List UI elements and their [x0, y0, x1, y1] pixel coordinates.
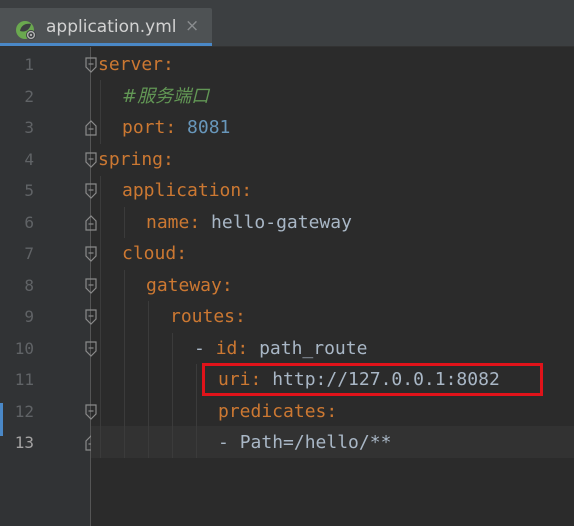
- indent-guide: [196, 364, 197, 458]
- line-number[interactable]: 5: [0, 175, 34, 207]
- code-line-2: #服务端口: [122, 81, 209, 113]
- code-line-10: - id: path_route: [194, 333, 367, 365]
- line-number[interactable]: 9: [0, 301, 34, 333]
- line-number[interactable]: 8: [0, 270, 34, 302]
- code-line-1: server:: [98, 49, 174, 81]
- yaml-number: 8081: [187, 117, 231, 138]
- yaml-value: hello-gateway: [211, 212, 352, 233]
- line-number[interactable]: 6: [0, 207, 34, 239]
- colon: :: [165, 117, 177, 138]
- line-number[interactable]: 1: [0, 49, 34, 81]
- indent-guide: [100, 80, 101, 144]
- line-number[interactable]: 7: [0, 238, 34, 270]
- colon: :: [241, 180, 253, 201]
- line-number[interactable]: 10: [0, 333, 34, 365]
- spring-leaf-icon: [16, 21, 36, 40]
- code-line-13: - Path=/hello/**: [218, 427, 391, 459]
- code-line-3: port: 8081: [122, 112, 230, 144]
- code-line-12: predicates:: [218, 396, 337, 428]
- yaml-key: server: [98, 54, 164, 75]
- yaml-key: cloud: [122, 243, 177, 264]
- code-line-8: gateway:: [146, 270, 233, 302]
- indent-guide: [124, 207, 125, 238]
- line-number[interactable]: 12: [0, 396, 34, 428]
- list-dash: -: [218, 432, 240, 453]
- code-line-6: name: hello-gateway: [146, 207, 352, 239]
- annotation-highlight-box: [202, 363, 543, 396]
- yaml-key: name: [146, 212, 190, 233]
- line-number[interactable]: 4: [0, 144, 34, 176]
- editor-tab-bar: application.yml ×: [0, 0, 574, 47]
- colon: :: [189, 212, 201, 233]
- tab-application-yml[interactable]: application.yml ×: [0, 8, 212, 46]
- list-dash: -: [194, 338, 216, 359]
- colon: :: [163, 54, 174, 75]
- line-number[interactable]: 3: [0, 112, 34, 144]
- colon: :: [176, 243, 188, 264]
- indent-guide: [100, 176, 101, 458]
- close-icon[interactable]: ×: [185, 16, 199, 36]
- yaml-key: routes: [170, 306, 236, 327]
- colon: :: [163, 149, 174, 170]
- code-line-9: routes:: [170, 301, 246, 333]
- yaml-key: spring: [98, 149, 164, 170]
- yaml-key: gateway: [146, 275, 222, 296]
- line-number-current[interactable]: 13: [0, 427, 34, 459]
- line-number[interactable]: 2: [0, 81, 34, 113]
- colon: :: [237, 338, 249, 359]
- code-line-4: spring:: [98, 144, 174, 176]
- yaml-key: port: [122, 117, 166, 138]
- line-number[interactable]: 11: [0, 364, 34, 396]
- indent-guide: [172, 333, 173, 458]
- colon: :: [326, 401, 338, 422]
- yaml-value: Path=/hello/**: [239, 432, 392, 453]
- code-line-5: application:: [122, 175, 252, 207]
- colon: :: [221, 275, 233, 296]
- yaml-key: application: [122, 180, 242, 201]
- yaml-key: id: [215, 338, 238, 359]
- yaml-key: predicates: [218, 401, 327, 422]
- code-line-7: cloud:: [122, 238, 187, 270]
- yaml-comment: #服务端口: [122, 86, 210, 107]
- colon: :: [235, 306, 246, 327]
- indent-guide: [148, 301, 149, 458]
- yaml-value: path_route: [259, 338, 368, 359]
- active-tab-indicator: [0, 43, 212, 46]
- indent-guide: [124, 270, 125, 458]
- tab-title: application.yml: [46, 17, 177, 37]
